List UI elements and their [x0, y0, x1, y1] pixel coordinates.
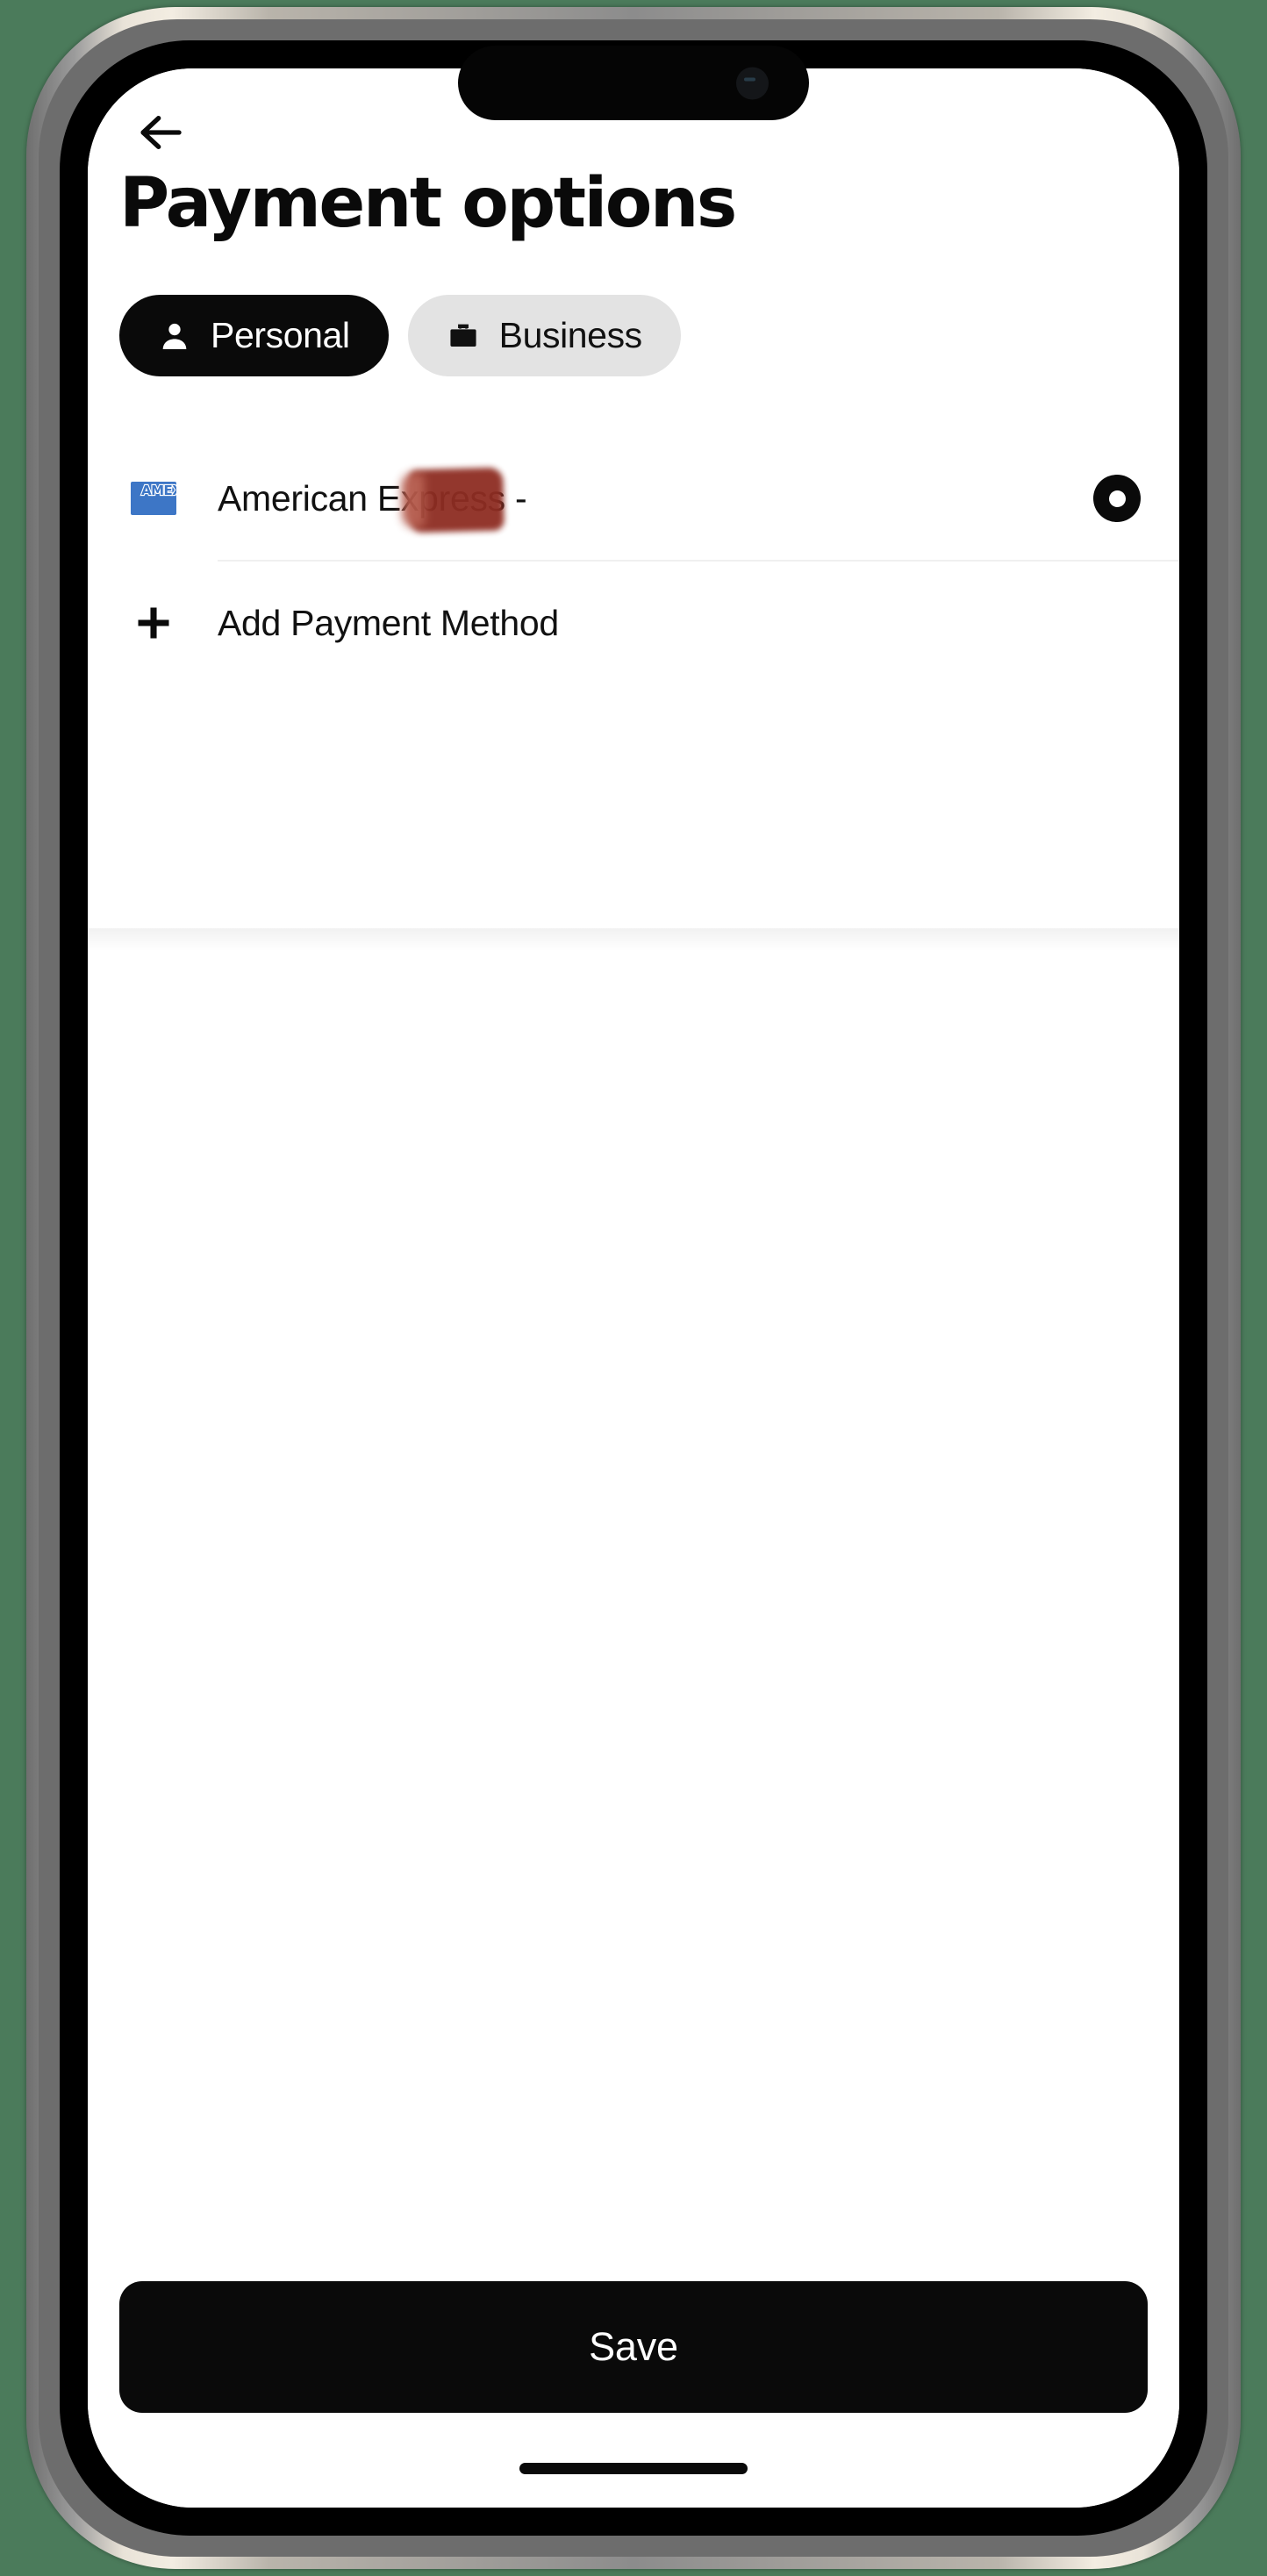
home-indicator[interactable]: [519, 2463, 748, 2474]
phone-body: Payment options Personal Business AME Am…: [60, 40, 1207, 2536]
segment-business[interactable]: Business: [407, 295, 681, 376]
plus-icon-wrap: [123, 601, 184, 645]
list-bottom-shadow: [88, 928, 1179, 951]
phone-frame: Payment options Personal Business AME Am…: [26, 7, 1241, 2569]
amex-logo-text: AMEX: [140, 483, 176, 498]
back-button[interactable]: [121, 93, 200, 172]
plus-icon: [138, 607, 169, 639]
radio-inner-dot: [1108, 490, 1126, 507]
add-payment-method-row[interactable]: Add Payment Method: [88, 562, 1179, 684]
redaction-mark: [408, 467, 505, 533]
camera-dot-icon: [736, 67, 769, 99]
save-button[interactable]: Save: [119, 2281, 1148, 2413]
amex-logo: AMEX: [131, 482, 176, 515]
person-icon: [162, 323, 187, 349]
payment-options-screen: Payment options Personal Business AME Am…: [88, 68, 1179, 2508]
save-button-label: Save: [589, 2324, 678, 2369]
payment-method-row-amex[interactable]: AMEX American Express -: [88, 437, 1179, 560]
segment-business-label: Business: [498, 315, 643, 355]
radio-selected-icon[interactable]: [1093, 475, 1141, 522]
page-title: Payment options: [119, 164, 737, 243]
phone-screen: Payment options Personal Business AME Am…: [88, 68, 1179, 2508]
amex-card-icon: AMEX: [123, 482, 184, 515]
account-type-segmented-control: Personal Business: [119, 295, 681, 376]
phone-band: Payment options Personal Business AME Am…: [39, 19, 1228, 2557]
arrow-left-icon: [140, 115, 182, 150]
segment-personal-label: Personal: [211, 315, 350, 355]
dynamic-island: [458, 46, 809, 120]
segment-personal[interactable]: Personal: [119, 295, 389, 376]
briefcase-icon: [450, 324, 476, 347]
payment-methods-list: AMEX American Express -: [88, 437, 1179, 951]
add-payment-method-label: Add Payment Method: [218, 602, 559, 643]
